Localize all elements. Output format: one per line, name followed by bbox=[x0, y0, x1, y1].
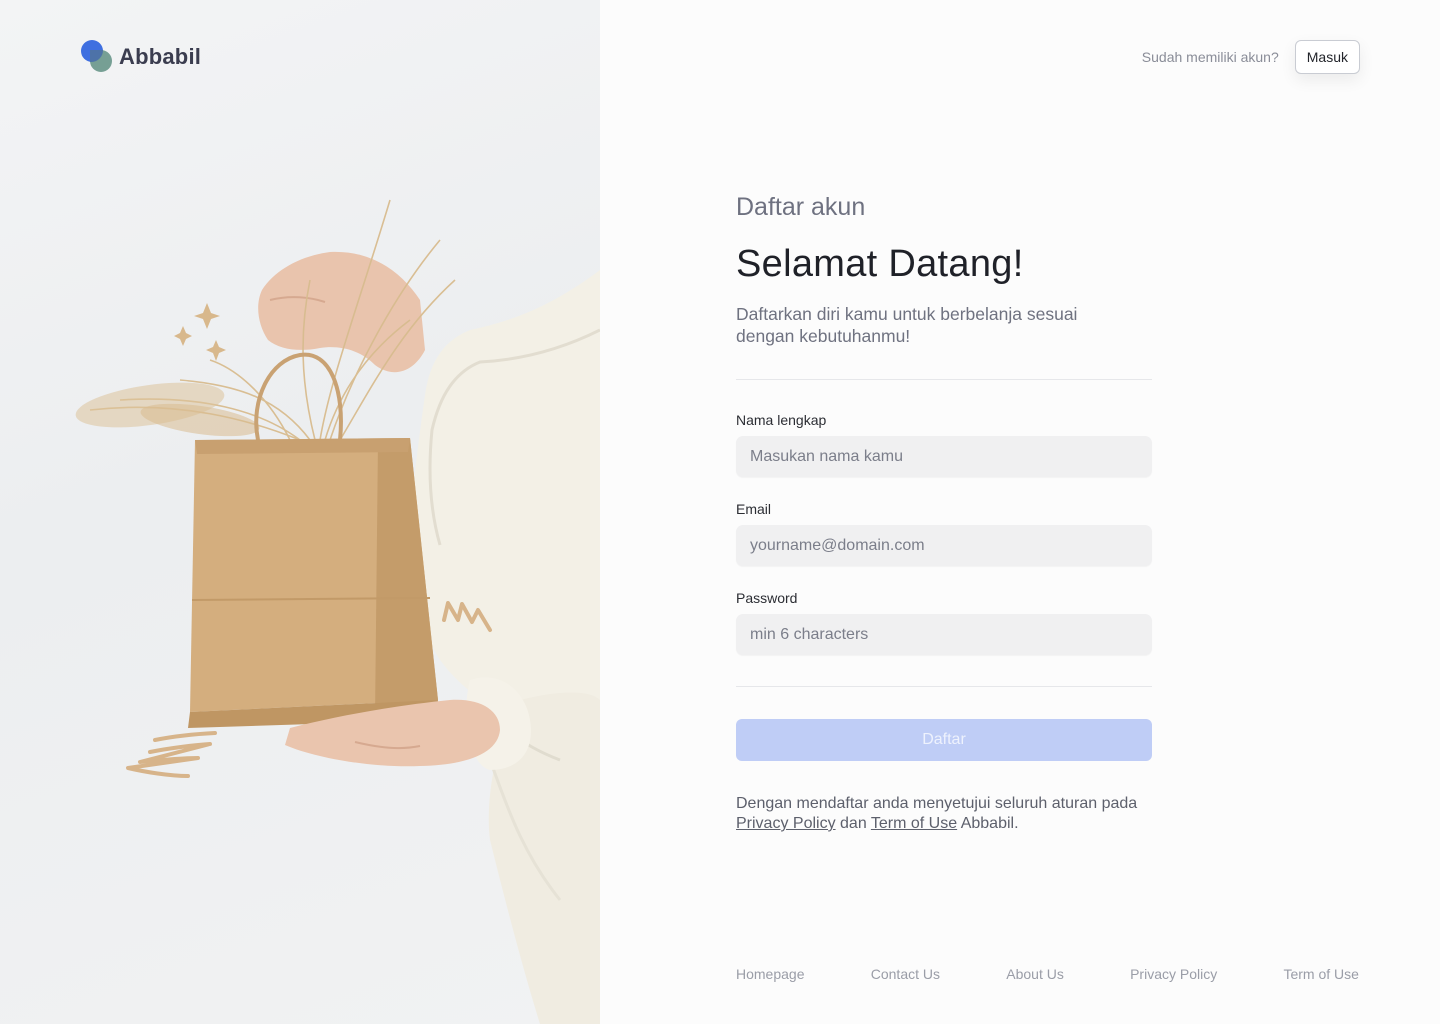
hero-illustration bbox=[75, 199, 600, 1024]
login-prompt: Sudah memiliki akun? bbox=[1141, 49, 1279, 65]
divider bbox=[736, 686, 1152, 687]
register-button[interactable]: Daftar bbox=[736, 719, 1152, 761]
footer-link-homepage[interactable]: Homepage bbox=[736, 966, 805, 982]
brand-name: Abbabil bbox=[119, 44, 202, 69]
password-label: Password bbox=[736, 590, 798, 606]
footer-link-privacy[interactable]: Privacy Policy bbox=[1130, 966, 1217, 982]
footer-link-terms[interactable]: Term of Use bbox=[1283, 966, 1358, 982]
term-of-use-link[interactable]: Term of Use bbox=[871, 815, 957, 832]
field-email: Email bbox=[736, 501, 1152, 566]
hero-panel: Abbabil bbox=[0, 0, 600, 1024]
footer-link-about[interactable]: About Us bbox=[1006, 966, 1064, 982]
terms-suffix: Abbabil. bbox=[960, 815, 1019, 832]
email-label: Email bbox=[736, 501, 772, 517]
form-eyebrow: Daftar akun bbox=[736, 193, 866, 221]
terms-text: Dengan mendaftar anda menyetujui seluruh… bbox=[736, 794, 1152, 834]
full-name-input[interactable] bbox=[736, 436, 1152, 477]
topbar: Sudah memiliki akun? Masuk bbox=[1142, 40, 1360, 74]
field-full-name: Nama lengkap bbox=[736, 412, 1152, 477]
divider bbox=[736, 379, 1152, 380]
login-button[interactable]: Masuk bbox=[1294, 40, 1360, 74]
register-form: Daftar akun Selamat Datang! Daftarkan di… bbox=[736, 190, 1152, 834]
footer-nav: Homepage Contact Us About Us Privacy Pol… bbox=[736, 966, 1359, 982]
full-name-label: Nama lengkap bbox=[736, 412, 827, 428]
terms-and: dan bbox=[840, 815, 867, 832]
field-password: Password bbox=[736, 590, 1152, 655]
brand-logo[interactable]: Abbabil bbox=[81, 40, 201, 74]
footer-link-contact[interactable]: Contact Us bbox=[871, 966, 940, 982]
privacy-policy-link[interactable]: Privacy Policy bbox=[736, 815, 836, 832]
page-title: Selamat Datang! bbox=[736, 243, 1024, 285]
logo-mark-icon bbox=[81, 40, 113, 74]
password-input[interactable] bbox=[736, 614, 1152, 655]
email-input[interactable] bbox=[736, 525, 1152, 566]
sparkle-icon bbox=[174, 303, 226, 361]
page-subtitle: Daftarkan diri kamu untuk berbelanja ses… bbox=[736, 304, 1078, 346]
terms-prefix: Dengan mendaftar anda menyetujui seluruh… bbox=[736, 795, 1138, 812]
